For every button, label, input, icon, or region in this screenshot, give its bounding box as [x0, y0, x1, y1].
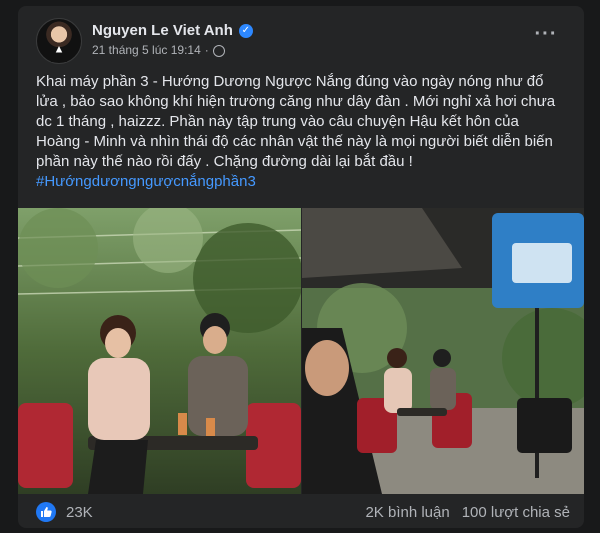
- globe-icon: [212, 45, 225, 57]
- photo-grid: [18, 208, 584, 494]
- post-timestamp[interactable]: 21 tháng 5 lúc 19:14: [92, 43, 201, 57]
- separator-dot: ·: [204, 43, 209, 57]
- post-hashtag[interactable]: #Hướngdươngngượcnắngphần3: [36, 172, 566, 192]
- verified-badge-icon: ✓: [238, 23, 253, 38]
- author-name[interactable]: Nguyen Le Viet Anh: [92, 22, 233, 39]
- post-meta: 21 tháng 5 lúc 19:14 ·: [92, 43, 225, 57]
- photo-film-set: [302, 208, 584, 494]
- reactions-bar: 23K 2K bình luận 100 lượt chia sẻ: [36, 500, 570, 524]
- comment-count[interactable]: 2K bình luận: [365, 504, 449, 521]
- author-avatar[interactable]: [36, 18, 82, 64]
- post-body: Khai máy phần 3 - Hướng Dương Ngược Nắng…: [36, 72, 566, 192]
- post-photo-2[interactable]: [302, 208, 584, 494]
- share-count[interactable]: 100 lượt chia sẻ: [462, 504, 570, 521]
- author-name-row: Nguyen Le Viet Anh ✓: [92, 22, 253, 39]
- photo-garden-cafe: [18, 208, 301, 494]
- like-count[interactable]: 23K: [66, 504, 93, 521]
- post-header: Nguyen Le Viet Anh ✓ 21 tháng 5 lúc 19:1…: [36, 18, 570, 64]
- post-photo-1[interactable]: [18, 208, 301, 494]
- engagement-stats: 2K bình luận 100 lượt chia sẻ: [365, 504, 570, 521]
- thumbs-up-icon[interactable]: [36, 502, 56, 522]
- more-options-icon[interactable]: ···: [532, 24, 560, 52]
- post-text: Khai máy phần 3 - Hướng Dương Ngược Nắng…: [36, 73, 556, 170]
- thumbs-up-glyph: [41, 507, 52, 517]
- post-card: Nguyen Le Viet Anh ✓ 21 tháng 5 lúc 19:1…: [18, 6, 584, 528]
